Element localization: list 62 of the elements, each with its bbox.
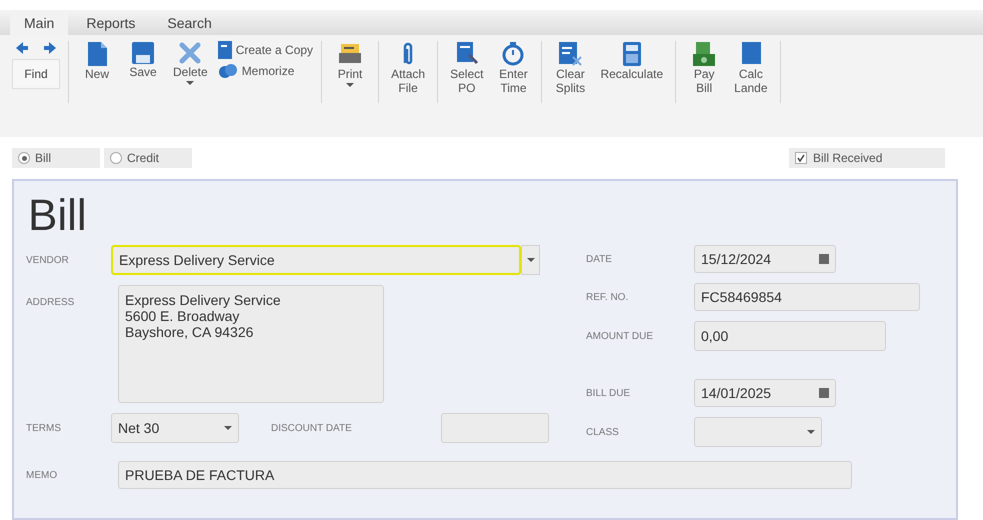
tab[interactable]: Search [153, 10, 226, 35]
tab[interactable]: Reports [72, 10, 150, 35]
checkbox-icon[interactable] [795, 152, 807, 164]
field-label: MEMO [26, 470, 58, 480]
field-label: DISCOUNT DATE [271, 422, 353, 434]
date-field[interactable]: 15/12/2024 [694, 245, 836, 273]
discount-date-field[interactable] [441, 413, 549, 443]
back-forward-arrows-icon[interactable] [16, 41, 56, 55]
cloud-icon [218, 63, 238, 79]
print-button[interactable]: Print [330, 41, 370, 87]
clear-splits-button[interactable]: Clear Splits [550, 41, 590, 95]
caret-icon [526, 258, 534, 262]
terms-dropdown[interactable]: Net 30 [111, 413, 239, 443]
caret-icon [186, 81, 194, 85]
field-label: ADDRESS [26, 297, 76, 308]
save-button[interactable]: Save [123, 41, 163, 79]
class-dropdown[interactable] [694, 417, 822, 447]
document-copy-icon [218, 41, 232, 59]
radio-label: Bill [35, 151, 52, 165]
create-copy-button[interactable]: Create a Copy [218, 41, 314, 59]
vendor-dropdown-button[interactable] [521, 245, 540, 275]
recalculate-button[interactable]: Recalculate [596, 41, 668, 81]
ref-no-field[interactable]: FC58469854 [694, 283, 920, 311]
calculate-landed-button[interactable]: Calc Lande [730, 41, 772, 95]
find-button[interactable]: Find [12, 59, 60, 89]
cross-icon [178, 41, 202, 65]
delete-button[interactable]: Delete [169, 41, 212, 85]
field-label: AMOUNT DUE [586, 330, 654, 342]
enter-time-button[interactable]: Enter Time [493, 41, 534, 95]
field-label: TERMS [26, 422, 62, 434]
pay-bill-button[interactable]: Pay Bill [684, 41, 724, 95]
stopwatch-icon [502, 41, 524, 67]
checkbox-label: Bill Received [813, 151, 882, 165]
caret-icon [807, 430, 815, 434]
form-title: Bill [28, 190, 88, 242]
calculator-icon [622, 41, 642, 67]
address-field[interactable]: Express Delivery Service 5600 E. Broadway Bayshore, CA 94326 [118, 285, 384, 403]
field-label: VENDOR [26, 254, 70, 266]
field-label: DATE [586, 254, 613, 264]
memo-field[interactable]: PRUEBA DE FACTURA [118, 461, 852, 489]
list-cross-icon [557, 41, 584, 67]
field-label: REF. NO. [586, 292, 630, 302]
radio-option[interactable]: Credit [104, 148, 192, 168]
memorize-button[interactable]: Memorize [218, 63, 314, 79]
radio-icon[interactable] [18, 152, 30, 164]
new-button[interactable]: New [77, 41, 117, 81]
bill-due-field[interactable]: 14/01/2025 [694, 379, 836, 407]
caret-icon [346, 83, 354, 87]
document-icon [740, 41, 761, 67]
radio-label: Credit [127, 151, 160, 165]
bill-received-checkbox[interactable]: Bill Received [789, 148, 945, 168]
vendor-field[interactable]: Express Delivery Service [111, 245, 521, 275]
field-label: CLASS [586, 426, 620, 438]
paperclip-icon [401, 41, 416, 67]
select-po-button[interactable]: Select PO [446, 41, 488, 95]
caret-icon [224, 426, 232, 430]
radio-icon[interactable] [110, 152, 122, 164]
document-icon [86, 41, 108, 67]
attach-file-button[interactable]: Attach File [387, 41, 430, 95]
field-label: BILL DUE [586, 388, 632, 398]
radio-option[interactable]: Bill [12, 148, 100, 168]
amount-due-field[interactable]: 0,00 [694, 321, 886, 351]
